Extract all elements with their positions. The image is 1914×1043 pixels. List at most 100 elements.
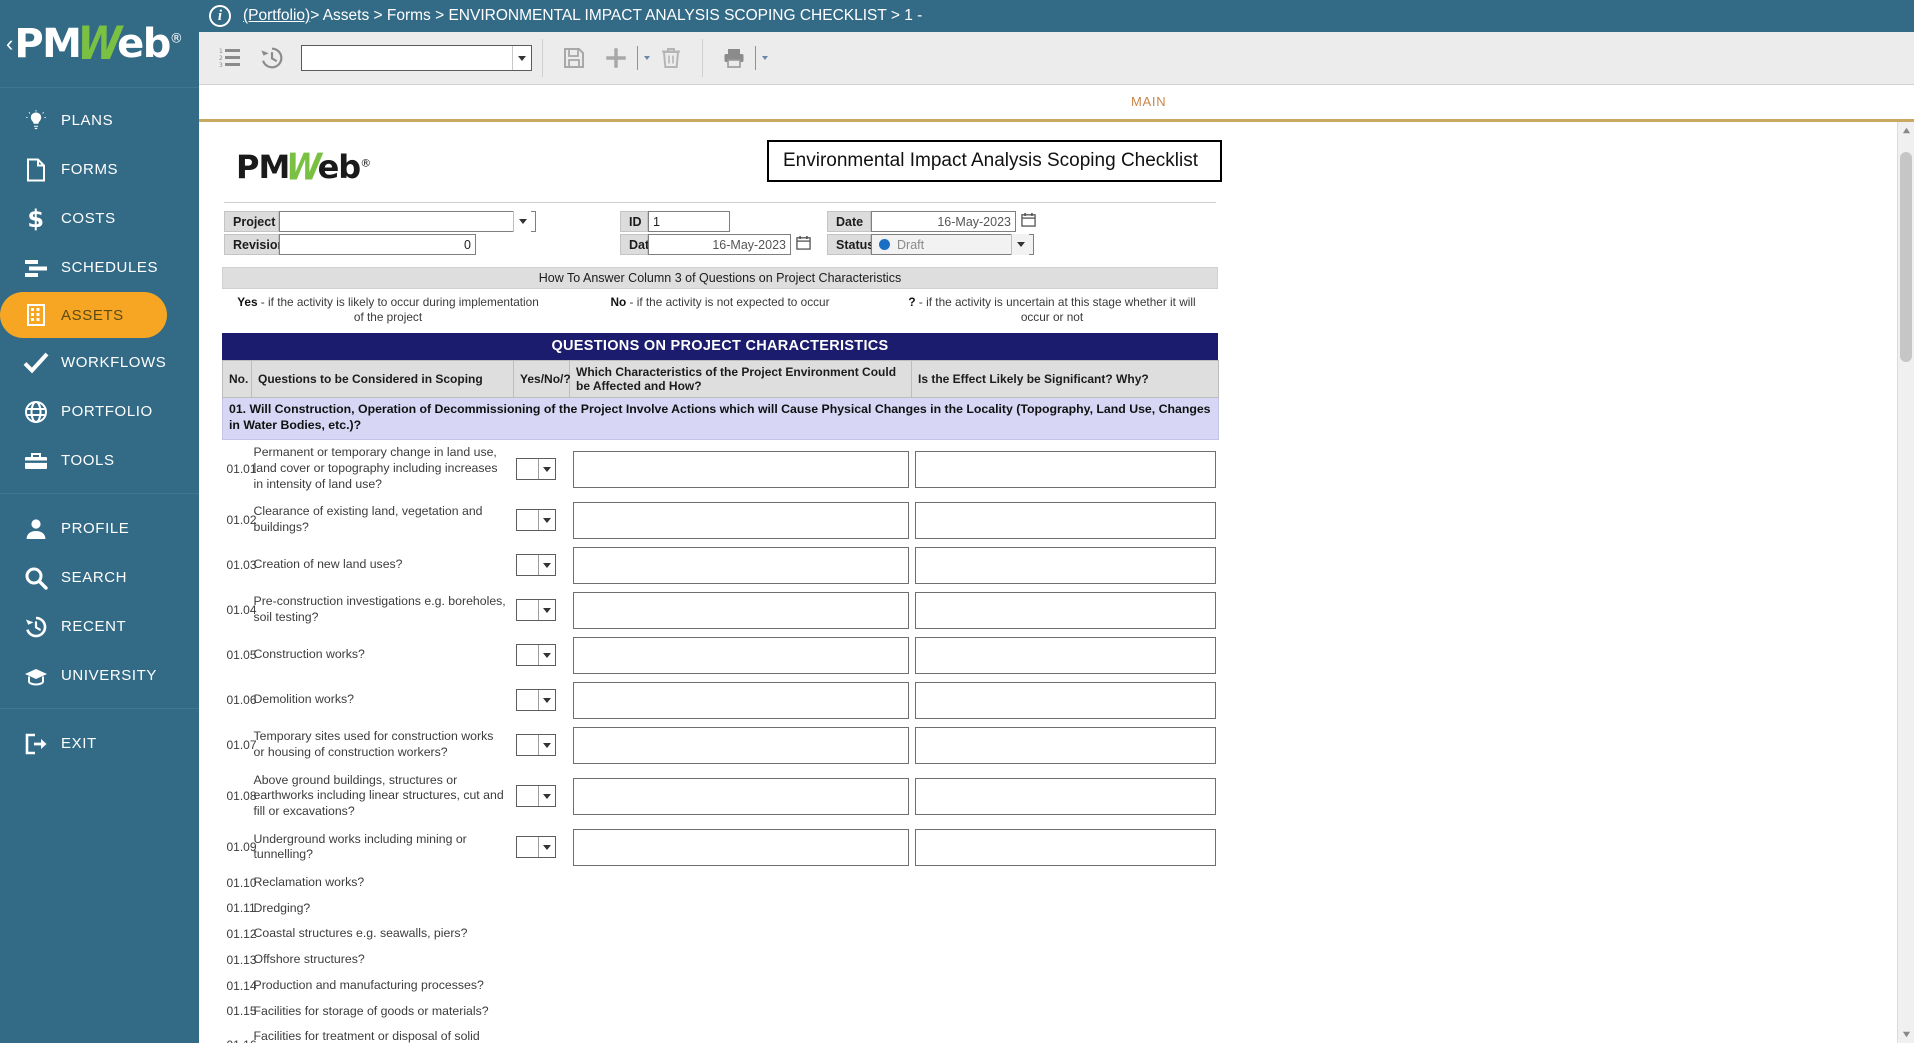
howto-key-yes: Yes [237,295,258,309]
significance-textarea[interactable] [914,681,1216,719]
sidebar-item-tools[interactable]: TOOLS [0,436,199,485]
sidebar-item-forms[interactable]: FORMS [0,145,199,194]
row-question: Underground works including mining or tu… [253,831,467,862]
info-icon[interactable]: i [209,5,231,27]
revision-input[interactable]: 0 [279,234,476,255]
characteristics-textarea[interactable] [572,450,909,488]
yesno-chevron-down-icon[interactable] [537,786,555,807]
row-characteristics-cell [570,498,912,543]
sidebar-item-workflows[interactable]: WORKFLOWS [0,338,199,387]
numbered-list-icon[interactable]: 123 [209,37,251,79]
yesno-chevron-down-icon[interactable] [537,645,555,666]
yesno-chevron-down-icon[interactable] [537,735,555,756]
date2-value: 16-May-2023 [712,237,786,252]
status-field: Status Draft [827,234,1034,255]
yesno-select[interactable] [515,836,556,859]
project-input[interactable] [279,211,536,232]
yesno-chevron-down-icon[interactable] [537,459,555,480]
yesno-select[interactable] [515,644,556,667]
characteristics-textarea[interactable] [572,681,909,719]
yesno-select[interactable] [515,554,556,577]
sidebar-logo[interactable]: ‹ PMWeb® [0,0,199,88]
sidebar-item-search[interactable]: SEARCH [0,553,199,602]
yesno-chevron-down-icon[interactable] [537,600,555,621]
status-chevron-down-icon[interactable] [1011,234,1029,255]
sidebar-item-plans[interactable]: PLANS [0,96,199,145]
significance-textarea[interactable] [914,546,1216,584]
characteristics-textarea[interactable] [572,501,909,539]
characteristics-textarea[interactable] [572,777,909,815]
tab-main[interactable]: MAIN [1131,94,1166,109]
sidebar-collapse-icon[interactable]: ‹ [6,32,13,55]
significance-textarea[interactable] [914,726,1216,764]
significance-textarea[interactable] [914,777,1216,815]
chevron-down-icon[interactable] [512,46,531,70]
sidebar-item-recent[interactable]: RECENT [0,602,199,651]
yesno-select[interactable] [515,599,556,622]
sidebar-item-assets[interactable]: ASSETS [0,292,167,338]
id-field: ID 1 [620,211,730,232]
yesno-select[interactable] [515,458,556,481]
characteristics-textarea[interactable] [572,546,909,584]
yesno-chevron-down-icon[interactable] [537,555,555,576]
sidebar-item-exit[interactable]: EXIT [0,719,199,768]
breadcrumb: i (Portfolio) > Assets > Forms > ENVIRON… [199,0,1914,32]
date2-calendar-icon[interactable] [796,235,811,255]
trash-icon[interactable] [650,37,692,79]
date-input[interactable]: 16-May-2023 [871,211,1016,232]
yesno-select[interactable] [515,734,556,757]
form-logo-eb: eb [317,148,362,186]
scrollbar-thumb[interactable] [1900,152,1912,362]
characteristics-textarea[interactable] [572,591,909,629]
sidebar-item-university[interactable]: UNIVERSITY [0,651,199,700]
questions-table: No. Questions to be Considered in Scopin… [222,360,1219,1043]
significance-textarea[interactable] [914,828,1216,866]
row-yesno-cell [514,999,570,1025]
row-number: 01.14 [226,978,257,993]
yesno-chevron-down-icon[interactable] [537,837,555,858]
breadcrumb-portfolio-link[interactable]: (Portfolio) [243,7,310,25]
yesno-select[interactable] [515,509,556,532]
yesno-value [517,837,538,857]
print-dropdown-arrow[interactable] [755,46,768,70]
add-dropdown-arrow[interactable] [637,46,650,70]
revision-value: 0 [464,237,471,252]
scroll-down-icon[interactable] [1898,1026,1914,1043]
howto-col-unknown: ? - if the activity is uncertain at this… [886,295,1218,324]
id-input[interactable]: 1 [648,211,730,232]
col-header-characteristics: Which Characteristics of the Project Env… [569,360,912,399]
significance-textarea[interactable] [914,450,1216,488]
date-calendar-icon[interactable] [1021,212,1036,232]
record-select[interactable] [301,45,532,71]
status-input[interactable]: Draft [871,234,1034,255]
project-chevron-down-icon[interactable] [513,211,531,232]
yesno-select[interactable] [515,689,556,712]
print-icon[interactable] [713,37,755,79]
yesno-chevron-down-icon[interactable] [537,690,555,711]
sidebar: ‹ PMWeb® PLANS FORMS $ COSTS SCHEDULES A… [0,0,199,1043]
header-divider [224,202,1216,203]
date2-input[interactable]: 16-May-2023 [648,234,791,255]
history-icon[interactable] [251,37,293,79]
scroll-up-icon[interactable] [1898,122,1914,139]
characteristics-textarea[interactable] [572,828,909,866]
row-yesno-cell [514,768,570,825]
vertical-scrollbar[interactable] [1897,122,1914,1043]
characteristics-textarea[interactable] [572,636,909,674]
row-question: Pre-construction investigations e.g. bor… [253,594,506,625]
save-icon[interactable] [553,37,595,79]
significance-textarea[interactable] [914,636,1216,674]
characteristics-textarea[interactable] [572,726,909,764]
sidebar-item-schedules[interactable]: SCHEDULES [0,243,199,292]
table-row: 01.16Facilities for treatment or disposa… [223,1024,1219,1043]
sidebar-item-label: UNIVERSITY [61,667,158,684]
significance-textarea[interactable] [914,501,1216,539]
sidebar-item-costs[interactable]: $ COSTS [0,194,199,243]
add-icon[interactable] [595,37,637,79]
yesno-select[interactable] [515,785,556,808]
row-significance-cell [912,440,1219,498]
sidebar-item-portfolio[interactable]: PORTFOLIO [0,387,199,436]
sidebar-item-profile[interactable]: PROFILE [0,504,199,553]
significance-textarea[interactable] [914,591,1216,629]
yesno-chevron-down-icon[interactable] [537,510,555,531]
